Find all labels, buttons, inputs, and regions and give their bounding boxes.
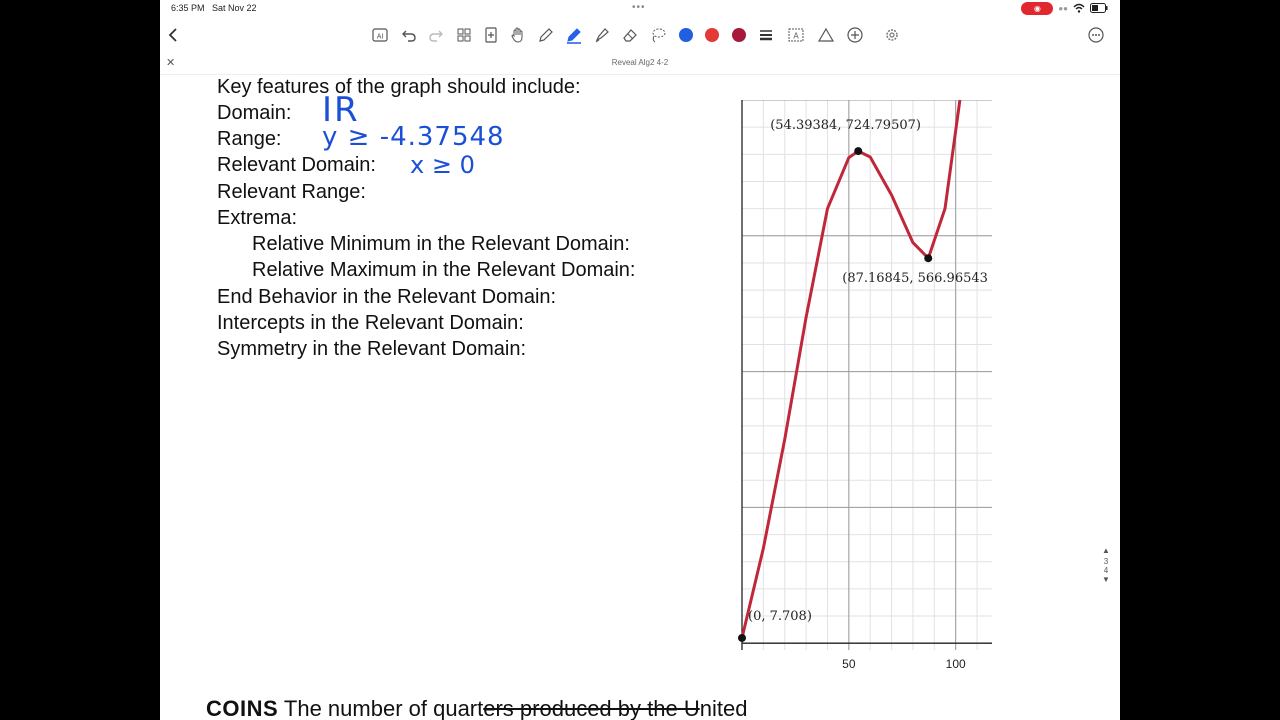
text-box-icon[interactable]: A bbox=[786, 25, 806, 45]
end-behavior-label: End Behavior in the Relevant Domain: bbox=[217, 286, 557, 308]
marked-point bbox=[924, 254, 933, 263]
intercepts-label: Intercepts in the Relevant Domain: bbox=[217, 312, 524, 334]
eraser-icon[interactable] bbox=[620, 25, 640, 45]
handwritten-relevant-domain: x ≥ 0 bbox=[410, 151, 475, 179]
page-down-icon[interactable]: ▼ bbox=[1098, 575, 1114, 584]
marked-point bbox=[854, 147, 863, 156]
more-icon[interactable] bbox=[1086, 25, 1106, 45]
status-icons: ◉ ●● bbox=[1021, 2, 1108, 15]
multitask-dots-icon[interactable]: ••• bbox=[632, 2, 646, 13]
function-curve bbox=[740, 100, 962, 639]
battery-icon bbox=[1090, 2, 1108, 15]
settings-icon[interactable] bbox=[882, 25, 902, 45]
coins-problem-text: COINS The number of quarters produced by… bbox=[206, 696, 747, 720]
x-tick-label: 100 bbox=[946, 657, 966, 671]
point-label: (87.16845, 566.96543 bbox=[842, 271, 988, 286]
grid-icon[interactable] bbox=[454, 25, 474, 45]
relative-minimum-label: Relative Minimum in the Relevant Domain: bbox=[252, 233, 630, 255]
toolbar: AI A bbox=[160, 20, 1120, 50]
color-blue[interactable] bbox=[676, 25, 696, 45]
recording-indicator-icon[interactable]: ◉ bbox=[1021, 2, 1054, 15]
notes-page: 6:35 PM Sat Nov 22 ◉ ●● ••• AI A ✕ Revea… bbox=[160, 0, 1120, 720]
symmetry-label: Symmetry in the Relevant Domain: bbox=[217, 338, 527, 360]
page-navigator[interactable]: ▲ 3 4 ▼ bbox=[1098, 546, 1114, 584]
worksheet-heading: Key features of the graph should include… bbox=[217, 76, 581, 98]
undo-icon[interactable] bbox=[399, 25, 419, 45]
highlighter-icon[interactable] bbox=[592, 25, 612, 45]
page-up-icon[interactable]: ▲ bbox=[1098, 546, 1114, 555]
back-icon[interactable] bbox=[164, 25, 184, 45]
redo-icon[interactable] bbox=[426, 25, 446, 45]
relative-maximum-label: Relative Maximum in the Relevant Domain: bbox=[252, 259, 636, 281]
document-title: Reveal Alg2 4-2 bbox=[611, 58, 669, 67]
point-label: (54.39384, 724.79507) bbox=[770, 118, 921, 133]
svg-text:A: A bbox=[793, 32, 799, 41]
point-label: (0, 7.708) bbox=[748, 609, 812, 624]
handwritten-range: y ≥ -4.37548 bbox=[322, 122, 505, 152]
pen-icon[interactable] bbox=[564, 25, 584, 45]
status-time: 6:35 PM bbox=[171, 3, 205, 13]
color-crimson[interactable] bbox=[729, 25, 749, 45]
coins-heading: COINS bbox=[206, 696, 279, 720]
current-page-number: 3 bbox=[1103, 557, 1109, 566]
relevant-range-label: Relevant Range: bbox=[217, 181, 366, 203]
next-page-number: 4 bbox=[1103, 566, 1109, 575]
wifi-icon bbox=[1073, 3, 1085, 15]
lasso-icon[interactable] bbox=[648, 25, 668, 45]
add-icon[interactable] bbox=[845, 25, 865, 45]
coins-text-struck: ers produced by the U bbox=[483, 696, 700, 720]
x-tick-label: 50 bbox=[842, 657, 856, 671]
function-graph[interactable]: 50 100 (54.39384, 724.79507) (87.16845, 566… bbox=[738, 100, 998, 680]
marked-point bbox=[738, 633, 746, 642]
range-label: Range: bbox=[217, 128, 282, 150]
stroke-width-icon[interactable] bbox=[756, 25, 776, 45]
pencil-icon[interactable] bbox=[536, 25, 556, 45]
domain-label: Domain: bbox=[217, 102, 292, 124]
color-red[interactable] bbox=[702, 25, 722, 45]
extrema-label: Extrema: bbox=[217, 207, 298, 229]
signal-dots-icon: ●● bbox=[1058, 4, 1068, 13]
coins-text-a: The number of quart bbox=[283, 696, 484, 720]
coins-text-c: nited bbox=[699, 696, 748, 720]
svg-text:AI: AI bbox=[377, 34, 384, 41]
add-page-icon[interactable] bbox=[481, 25, 501, 45]
status-date: Sat Nov 22 bbox=[212, 3, 257, 13]
shape-icon[interactable] bbox=[816, 25, 836, 45]
hand-icon[interactable] bbox=[508, 25, 528, 45]
ai-icon[interactable]: AI bbox=[370, 25, 390, 45]
relevant-domain-label: Relevant Domain: bbox=[217, 154, 376, 176]
